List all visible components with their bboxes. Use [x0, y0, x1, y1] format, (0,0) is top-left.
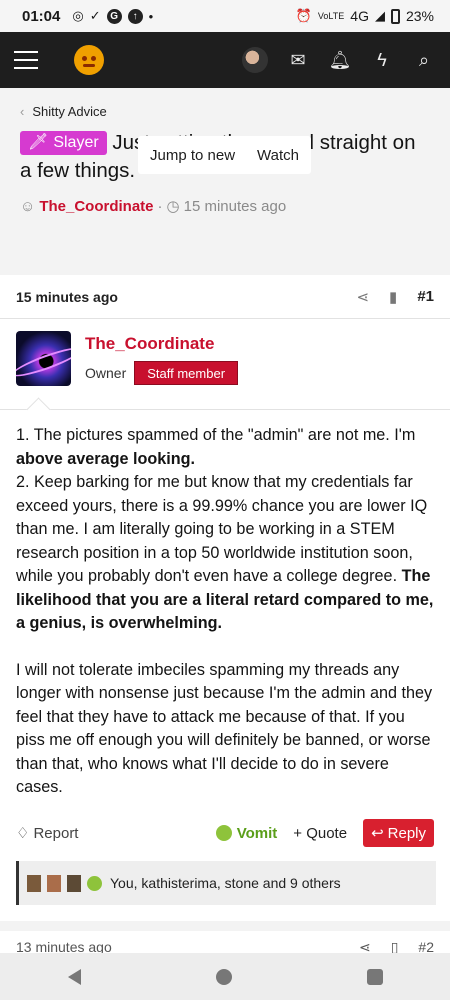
volte-icon: VoLTE [317, 11, 345, 21]
signal-icon: ◢ [374, 8, 385, 23]
thread-author[interactable]: The_Coordinate [39, 198, 153, 215]
thread-prefix: 🗡︎ Slayer [20, 131, 107, 155]
search-icon[interactable]: ⌕ [412, 50, 436, 71]
watch-button[interactable]: Watch [257, 147, 299, 164]
reactions-bar[interactable]: You, kathisterima, stone and 9 others [16, 861, 436, 905]
upload-icon: ↑ [127, 8, 143, 24]
clock-icon: ◷ [166, 198, 180, 215]
post-user: The_Coordinate Owner Staff member [0, 319, 450, 410]
bookmark-icon[interactable]: ▯ [391, 939, 399, 953]
vomit-label: Vomit [236, 824, 278, 842]
post-body: 1. The pictures spammed of the "admin" a… [0, 410, 450, 800]
chevron-left-icon: ‹ [20, 104, 25, 119]
reactor-avatar [67, 874, 81, 892]
site-logo[interactable] [74, 45, 104, 75]
post-username[interactable]: The_Coordinate [85, 334, 238, 354]
home-icon[interactable] [215, 968, 232, 985]
reactor-avatar [27, 874, 41, 892]
network-label: 4G [350, 8, 369, 24]
user-icon: ☺ [20, 197, 36, 215]
post-number[interactable]: #1 [417, 288, 434, 305]
post: 15 minutes ago ⋖ ▮ #1 The_Coordinate Own… [0, 275, 450, 921]
reply-label: Reply [387, 824, 426, 842]
meta-separator: · [157, 197, 163, 215]
next-post-number[interactable]: #2 [418, 939, 434, 953]
user-avatar[interactable] [242, 47, 268, 73]
whatsapp-icon: ◎ [72, 8, 84, 23]
post-header: 15 minutes ago ⋖ ▮ #1 [0, 275, 450, 319]
user-role: Owner [85, 365, 127, 381]
post-paragraph-1: 1. The pictures spammed of the "admin" a… [16, 424, 434, 636]
mail-icon[interactable]: ✉ [286, 50, 310, 71]
clock: 01:04 [22, 7, 61, 25]
alarm-icon: ⏰ [295, 8, 312, 23]
share-icon[interactable]: ⋖ [359, 939, 371, 953]
reactions-summary: You, kathisterima, stone and 9 others [110, 875, 341, 891]
next-post-header: 13 minutes ago ⋖ ▯ #2 [0, 931, 450, 953]
battery-icon [390, 8, 400, 24]
thread-time: 15 minutes ago [183, 197, 287, 215]
reply-button[interactable]: ↩ Reply [363, 819, 434, 847]
dot-icon: • [148, 8, 154, 24]
download-icon: ✓ [89, 8, 101, 23]
app-header: ✉ 🔔︎ ϟ ⌕ [0, 32, 450, 88]
back-icon[interactable] [67, 968, 81, 985]
next-post-time[interactable]: 13 minutes ago [16, 939, 112, 953]
vomit-reaction-button[interactable]: Vomit [215, 824, 278, 842]
p1-bold: above average looking. [16, 449, 196, 468]
logo-mouth [83, 64, 95, 67]
logo-eye-left [82, 56, 87, 61]
post-paragraph-2: I will not tolerate imbeciles spamming m… [16, 660, 433, 797]
status-bar: 01:04 ◎ ✓ G ↑ • ⏰ VoLTE 4G ◢ 23% [0, 0, 450, 32]
post-time[interactable]: 15 minutes ago [16, 289, 118, 305]
reply-icon: ↩ [371, 825, 384, 842]
bookmark-icon[interactable]: ▮ [389, 288, 397, 306]
battery-percent: 23% [405, 8, 434, 24]
post-footer: ♢ Report Vomit + Quote ↩ Reply [0, 817, 450, 849]
report-button[interactable]: ♢ Report [16, 824, 79, 843]
vomit-icon [215, 825, 232, 841]
thread-actions: Jump to new Watch [138, 136, 311, 174]
staff-badge: Staff member [134, 361, 239, 385]
breadcrumb-label: Shitty Advice [32, 104, 107, 119]
p1-text: 1. The pictures spammed of the "admin" a… [16, 426, 416, 444]
share-icon[interactable]: ⋖ [356, 288, 369, 306]
sword-icon: 🗡︎ [28, 134, 49, 151]
vomit-icon [87, 875, 102, 891]
quote-button[interactable]: + Quote [293, 825, 347, 842]
p2-text: 2. Keep barking for me but know that my … [16, 473, 428, 585]
jump-to-new-button[interactable]: Jump to new [150, 147, 235, 164]
reactor-avatar [47, 874, 61, 892]
prefix-label: Slayer [53, 134, 99, 151]
g-icon: G [106, 8, 122, 24]
bell-icon: ♢ [16, 825, 30, 842]
bolt-icon[interactable]: ϟ [370, 50, 394, 71]
logo-eye-right [91, 56, 96, 61]
post-avatar[interactable] [16, 331, 71, 386]
menu-icon[interactable] [14, 51, 38, 69]
breadcrumb[interactable]: ‹ Shitty Advice [20, 104, 430, 119]
thread-meta: ☺ The_Coordinate · ◷ 15 minutes ago [20, 197, 430, 216]
recents-icon[interactable] [366, 968, 383, 985]
system-nav-bar [0, 953, 450, 1000]
bell-icon[interactable]: 🔔︎ [328, 50, 352, 71]
thread-header: ‹ Shitty Advice 🗡︎Slayer Just setting th… [0, 88, 450, 275]
report-label: Report [33, 824, 79, 842]
